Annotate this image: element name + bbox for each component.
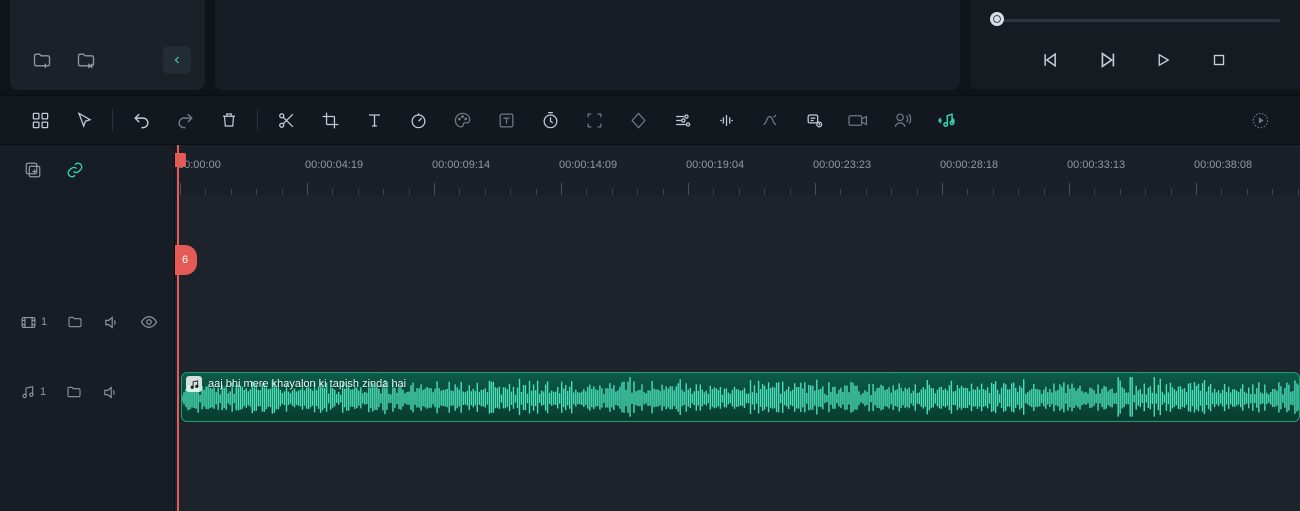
separator [112, 109, 113, 131]
clip-title: aaj bhi mere khayalon ki tapish zinda ha… [208, 378, 406, 390]
audio-track-header: 1 [0, 367, 174, 417]
playback-controls [970, 42, 1300, 78]
split-button[interactable] [264, 102, 308, 138]
voice-button[interactable] [880, 102, 924, 138]
track-header-tools [0, 145, 174, 195]
ruler-timestamp: 00:00:14:09 [559, 159, 617, 171]
video-track-header: 1 [0, 297, 174, 347]
record-button[interactable] [836, 102, 880, 138]
duration-button[interactable] [528, 102, 572, 138]
panel-layout-button[interactable] [18, 102, 62, 138]
separator [257, 109, 258, 131]
playback-panel [970, 0, 1300, 90]
audio-track-folder-button[interactable] [66, 384, 82, 400]
video-track-icon: 1 [20, 314, 47, 331]
text-button[interactable] [352, 102, 396, 138]
timeline-toolbar [0, 95, 1300, 145]
speech-to-text-button[interactable] [792, 102, 836, 138]
color-button[interactable] [440, 102, 484, 138]
redo-button[interactable] [163, 102, 207, 138]
audio-track-icon: 1 [20, 384, 46, 400]
undo-button[interactable] [119, 102, 163, 138]
slider-track [990, 19, 1280, 22]
audio-edit-button[interactable] [704, 102, 748, 138]
text-effect-button[interactable] [484, 102, 528, 138]
video-track-mute-button[interactable] [103, 314, 120, 331]
ruler-timestamp: 00:00:38:08 [1194, 159, 1252, 171]
ruler-timestamp: 00:00:04:19 [305, 159, 363, 171]
keyframe-button[interactable] [616, 102, 660, 138]
playhead-handle[interactable] [175, 153, 186, 167]
delete-button[interactable] [207, 102, 251, 138]
select-tool-button[interactable] [62, 102, 106, 138]
slider-thumb[interactable] [990, 12, 1004, 26]
progress-slider[interactable] [990, 15, 1280, 25]
track-header-column: 1 1 [0, 145, 175, 511]
remove-folder-button[interactable] [72, 46, 100, 74]
top-panels [0, 0, 1300, 95]
audio-track-index: 1 [40, 386, 46, 398]
previous-frame-button[interactable] [1033, 42, 1069, 78]
time-ruler[interactable]: 00:00:0000:00:04:1900:00:09:1400:00:14:0… [175, 145, 1300, 195]
render-button[interactable] [1238, 102, 1282, 138]
marker-label: 6 [182, 254, 188, 266]
playhead[interactable] [177, 145, 179, 511]
music-icon [186, 376, 202, 392]
next-button[interactable] [1145, 42, 1181, 78]
ruler-timestamp: 00:00:23:23 [813, 159, 871, 171]
tracks-area[interactable]: 00:00:0000:00:04:1900:00:09:1400:00:14:0… [175, 145, 1300, 511]
add-folder-button[interactable] [28, 46, 56, 74]
video-track-index: 1 [41, 316, 47, 328]
ruler-timestamp: 00:00:33:13 [1067, 159, 1125, 171]
speed-button[interactable] [396, 102, 440, 138]
play-button[interactable] [1089, 42, 1125, 78]
audio-track-mute-button[interactable] [102, 384, 119, 401]
timeline-panel: 1 1 00:00:0000:00:04:1900:00:09:1400:00:… [0, 145, 1300, 511]
ruler-timestamp: 00:00:28:18 [940, 159, 998, 171]
crop-button[interactable] [308, 102, 352, 138]
link-tracks-button[interactable] [66, 161, 84, 179]
collapse-panel-button[interactable] [163, 46, 191, 74]
ruler-timestamp: 00:00:19:04 [686, 159, 744, 171]
video-track-visibility-button[interactable] [140, 313, 158, 331]
audio-clip[interactable]: aaj bhi mere khayalon ki tapish zinda ha… [181, 372, 1300, 422]
audio-stretch-button[interactable] [924, 102, 968, 138]
video-track-folder-button[interactable] [67, 314, 83, 330]
fit-button[interactable] [572, 102, 616, 138]
stop-button[interactable] [1201, 42, 1237, 78]
noise-remove-button[interactable] [748, 102, 792, 138]
add-track-button[interactable] [24, 161, 42, 179]
adjust-button[interactable] [660, 102, 704, 138]
center-preview-panel [215, 0, 960, 90]
media-bin-panel [10, 0, 205, 90]
ruler-timestamp: 00:00:09:14 [432, 159, 490, 171]
